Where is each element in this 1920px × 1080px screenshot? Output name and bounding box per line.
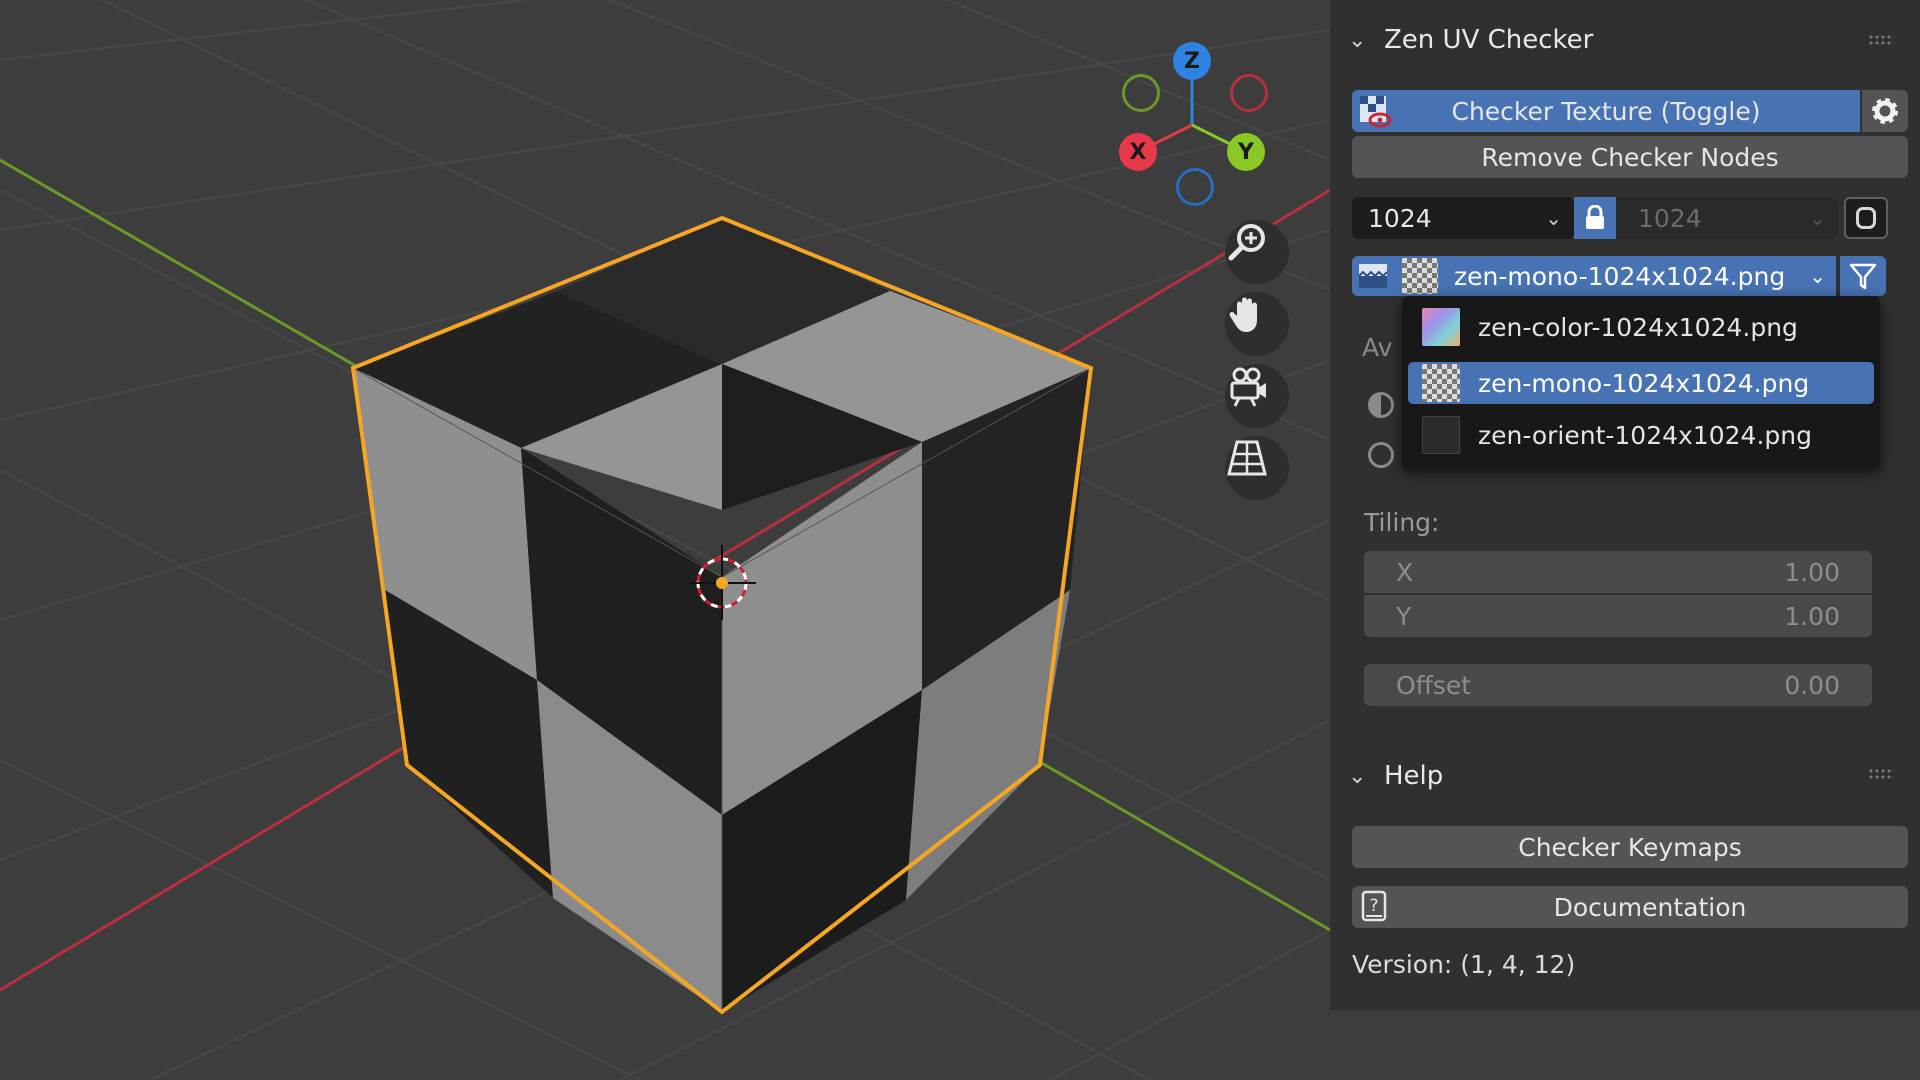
documentation-button[interactable]: ? Documentation xyxy=(1352,886,1908,928)
drag-grip-icon[interactable] xyxy=(1868,768,1894,780)
orient-texture-thumbnail xyxy=(1422,416,1460,454)
texture-select[interactable]: zen-mono-1024x1024.png ⌄ xyxy=(1394,256,1836,296)
zoom-button[interactable] xyxy=(1225,220,1289,284)
sidebar-panel: ⌄ Zen UV Checker Checker Texture (Toggle… xyxy=(1330,0,1920,1010)
lock-icon xyxy=(1586,205,1604,229)
selected-texture-label: zen-mono-1024x1024.png xyxy=(1454,261,1786,291)
tiling-y-value: 1.00 xyxy=(1784,601,1840,631)
version-text: Version: (1, 4, 12) xyxy=(1352,950,1576,979)
remove-checker-nodes-label: Remove Checker Nodes xyxy=(1481,142,1779,172)
texture-filter-button[interactable] xyxy=(1840,256,1886,296)
gizmo-neg-z-axis[interactable] xyxy=(1176,168,1214,206)
checker-keymaps-button[interactable]: Checker Keymaps xyxy=(1352,826,1908,868)
chevron-down-icon: ⌄ xyxy=(1348,27,1367,53)
checker-toggle-label: Checker Texture (Toggle) xyxy=(1451,96,1761,126)
color-texture-thumbnail xyxy=(1422,308,1460,346)
pan-hand-icon xyxy=(1229,297,1257,332)
hidden-section-label: Av xyxy=(1362,333,1393,362)
help-panel-header[interactable]: ⌄ Help xyxy=(1348,754,1443,798)
chevron-down-icon: ⌄ xyxy=(1348,763,1367,789)
resolution-x-select[interactable]: 1024 ⌄ xyxy=(1352,197,1574,239)
image-icon xyxy=(1358,264,1388,288)
resolution-option-toggle[interactable] xyxy=(1844,197,1888,239)
texture-dropdown-menu: zen-color-1024x1024.png zen-mono-1024x10… xyxy=(1402,296,1880,470)
gizmo-z-axis[interactable]: Z xyxy=(1173,42,1211,80)
partial-icon-2 xyxy=(1368,442,1394,468)
gizmo-y-axis[interactable]: Y xyxy=(1227,133,1265,171)
resolution-x-value: 1024 xyxy=(1368,203,1432,233)
remove-checker-nodes-button[interactable]: Remove Checker Nodes xyxy=(1352,136,1908,178)
offset-label: Offset xyxy=(1396,670,1472,700)
pan-button[interactable] xyxy=(1225,292,1289,356)
perspective-toggle-button[interactable] xyxy=(1225,436,1289,500)
filter-icon xyxy=(1849,263,1877,290)
help-book-icon: ? xyxy=(1361,890,1387,922)
chevron-down-icon: ⌄ xyxy=(1809,206,1826,230)
dropdown-option-mono[interactable]: zen-mono-1024x1024.png xyxy=(1408,362,1874,404)
checker-toggle-icon xyxy=(1358,94,1392,128)
offset-field[interactable]: Offset 0.00 xyxy=(1364,664,1872,706)
tiling-y-field[interactable]: Y 1.00 xyxy=(1364,595,1872,637)
gizmo-neg-x-axis[interactable] xyxy=(1230,74,1268,112)
drag-grip-icon[interactable] xyxy=(1868,34,1894,46)
tiling-x-label: X xyxy=(1396,557,1414,587)
dropdown-option-color[interactable]: zen-color-1024x1024.png xyxy=(1408,306,1874,348)
chevron-down-icon: ⌄ xyxy=(1545,206,1562,230)
mono-texture-thumbnail xyxy=(1402,258,1438,294)
texture-browser-button[interactable] xyxy=(1352,256,1394,296)
gizmo-neg-y-axis[interactable] xyxy=(1122,74,1160,112)
lock-resolution-button[interactable] xyxy=(1574,197,1616,239)
camera-view-button[interactable] xyxy=(1225,364,1289,428)
svg-text:?: ? xyxy=(1369,896,1378,916)
circle-outline-icon xyxy=(1856,207,1876,229)
tiling-x-value: 1.00 xyxy=(1784,557,1840,587)
dropdown-option-label: zen-mono-1024x1024.png xyxy=(1478,368,1810,398)
tiling-y-label: Y xyxy=(1396,601,1412,631)
checker-settings-button[interactable] xyxy=(1862,90,1908,132)
checker-texture-toggle-button[interactable]: Checker Texture (Toggle) xyxy=(1352,90,1860,132)
checker-keymaps-label: Checker Keymaps xyxy=(1518,832,1742,862)
partial-icon-1 xyxy=(1368,392,1394,418)
resolution-y-value: 1024 xyxy=(1638,203,1702,233)
gear-icon xyxy=(1872,98,1898,124)
documentation-label: Documentation xyxy=(1553,892,1747,922)
dropdown-option-orient[interactable]: zen-orient-1024x1024.png xyxy=(1408,414,1874,456)
gizmo-x-axis[interactable]: X xyxy=(1119,133,1157,171)
3d-viewport[interactable]: Z X Y xyxy=(0,0,1330,1080)
zoom-icon xyxy=(1228,224,1265,261)
tiling-label: Tiling: xyxy=(1364,508,1440,537)
checker-panel-header[interactable]: ⌄ Zen UV Checker xyxy=(1348,18,1593,62)
dropdown-option-label: zen-orient-1024x1024.png xyxy=(1478,420,1812,450)
chevron-down-icon: ⌄ xyxy=(1809,264,1826,288)
help-panel-title: Help xyxy=(1384,761,1444,791)
tiling-x-field[interactable]: X 1.00 xyxy=(1364,551,1872,593)
camera-icon xyxy=(1230,367,1266,407)
dropdown-option-label: zen-color-1024x1024.png xyxy=(1478,312,1798,342)
perspective-grid-icon xyxy=(1227,440,1267,476)
checker-panel-title: Zen UV Checker xyxy=(1384,25,1594,55)
mono-texture-thumbnail xyxy=(1422,364,1460,402)
resolution-y-select: 1024 ⌄ xyxy=(1616,197,1838,239)
offset-value: 0.00 xyxy=(1784,670,1840,700)
